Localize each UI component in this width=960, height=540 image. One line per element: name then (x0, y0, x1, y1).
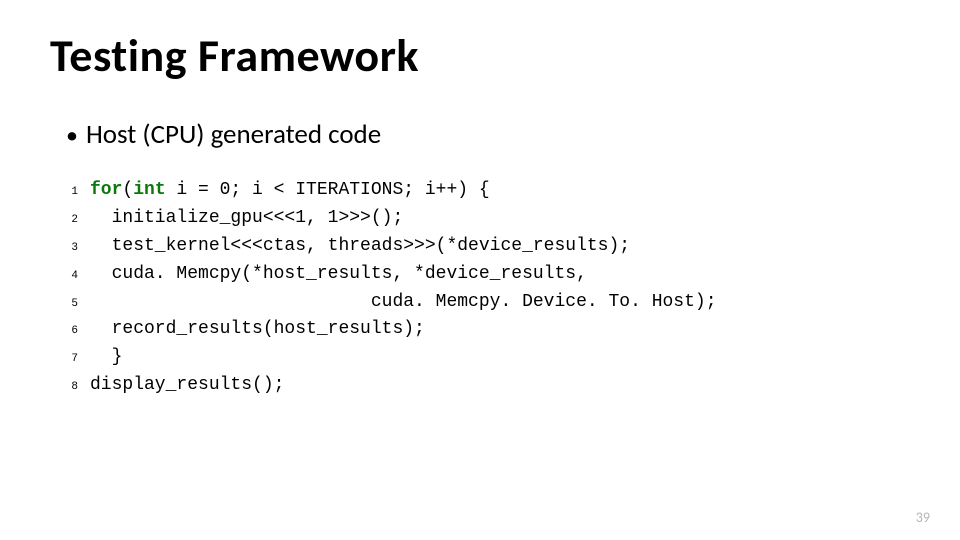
code-text: cuda. Memcpy. Device. To. Host); (90, 289, 717, 317)
line-number: 2 (62, 212, 90, 229)
page-number: 39 (916, 509, 930, 526)
code-line: 4 cuda. Memcpy(*host_results, *device_re… (62, 261, 910, 289)
code-text: for(int i = 0; i < ITERATIONS; i++) { (90, 177, 490, 205)
code-text: display_results(); (90, 372, 284, 400)
code-line: 8display_results(); (62, 372, 910, 400)
bullet-dot: • (66, 124, 78, 148)
code-text: initialize_gpu<<<1, 1>>>(); (90, 205, 403, 233)
bullet-text: Host (CPU) generated code (86, 118, 381, 151)
bullet-item: • Host (CPU) generated code (66, 118, 910, 151)
code-text: record_results(host_results); (90, 316, 425, 344)
line-number: 7 (62, 351, 90, 368)
line-number: 3 (62, 240, 90, 257)
code-line: 7 } (62, 344, 910, 372)
line-number: 5 (62, 296, 90, 313)
line-number: 1 (62, 184, 90, 201)
slide-title: Testing Framework (50, 28, 910, 84)
code-block: 1for(int i = 0; i < ITERATIONS; i++) {2 … (62, 177, 910, 400)
code-text: cuda. Memcpy(*host_results, *device_resu… (90, 261, 587, 289)
line-number: 8 (62, 379, 90, 396)
code-text: } (90, 344, 122, 372)
code-line: 3 test_kernel<<<ctas, threads>>>(*device… (62, 233, 910, 261)
code-line: 6 record_results(host_results); (62, 316, 910, 344)
code-line: 5 cuda. Memcpy. Device. To. Host); (62, 289, 910, 317)
line-number: 4 (62, 268, 90, 285)
code-text: test_kernel<<<ctas, threads>>>(*device_r… (90, 233, 630, 261)
code-line: 1for(int i = 0; i < ITERATIONS; i++) { (62, 177, 910, 205)
line-number: 6 (62, 323, 90, 340)
slide: Testing Framework • Host (CPU) generated… (0, 0, 960, 540)
code-line: 2 initialize_gpu<<<1, 1>>>(); (62, 205, 910, 233)
